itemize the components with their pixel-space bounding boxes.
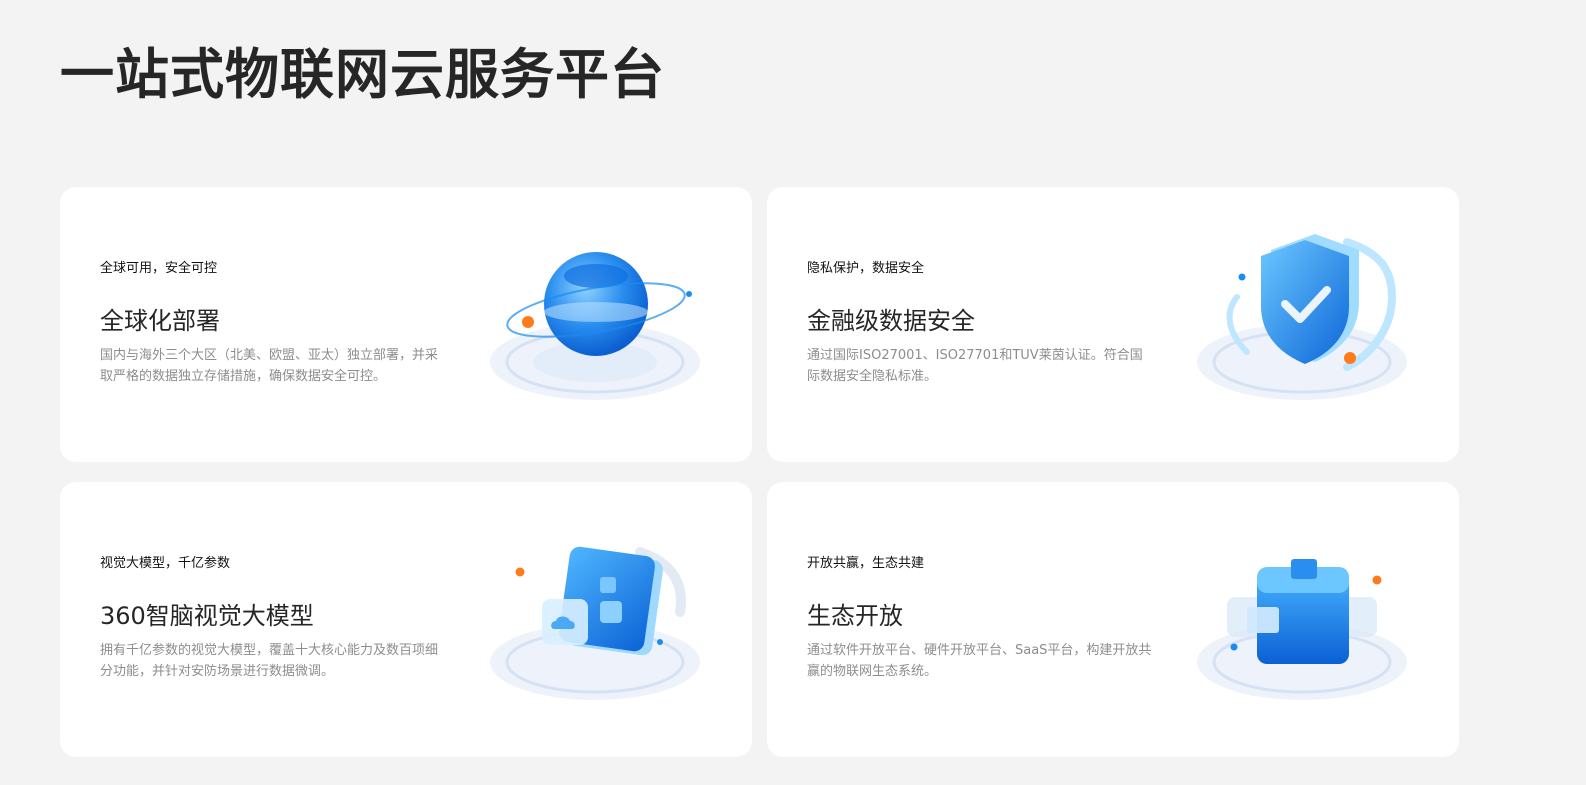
feature-card-global-deployment: 全球可用，安全可控 全球化部署 国内与海外三个大区（北美、欧盟、亚太）独立部署，… <box>60 187 752 462</box>
card-tag: 视觉大模型，千亿参数 <box>100 556 231 571</box>
globe-icon <box>480 212 710 432</box>
card-tag: 隐私保护，数据安全 <box>807 261 925 276</box>
page-title: 一站式物联网云服务平台 <box>60 43 665 106</box>
card-title: 360智脑视觉大模型 <box>100 602 314 630</box>
cube-icon <box>1187 507 1417 727</box>
feature-card-vision-model: 视觉大模型，千亿参数 360智脑视觉大模型 拥有千亿参数的视觉大模型，覆盖十大核… <box>60 482 752 757</box>
feature-card-open-ecosystem: 开放共赢，生态共建 生态开放 通过软件开放平台、硬件开放平台、SaaS平台，构建… <box>767 482 1459 757</box>
card-description: 拥有千亿参数的视觉大模型，覆盖十大核心能力及数百项细分功能，并针对安防场景进行数… <box>100 643 439 679</box>
card-tag: 开放共赢，生态共建 <box>807 556 925 571</box>
card-title: 金融级数据安全 <box>807 307 975 335</box>
card-title: 全球化部署 <box>100 307 220 335</box>
ai-panel-icon <box>480 507 710 727</box>
shield-check-icon <box>1187 212 1417 432</box>
card-description: 国内与海外三个大区（北美、欧盟、亚太）独立部署，并采取严格的数据独立存储措施，确… <box>100 348 439 384</box>
feature-card-data-security: 隐私保护，数据安全 金融级数据安全 通过国际ISO27001、ISO27701和… <box>767 187 1459 462</box>
card-title: 生态开放 <box>807 602 903 630</box>
card-description: 通过国际ISO27001、ISO27701和TUV莱茵认证。符合国际数据安全隐私… <box>807 348 1143 384</box>
card-tag: 全球可用，安全可控 <box>100 261 218 276</box>
card-description: 通过软件开放平台、硬件开放平台、SaaS平台，构建开放共赢的物联网生态系统。 <box>807 643 1152 679</box>
